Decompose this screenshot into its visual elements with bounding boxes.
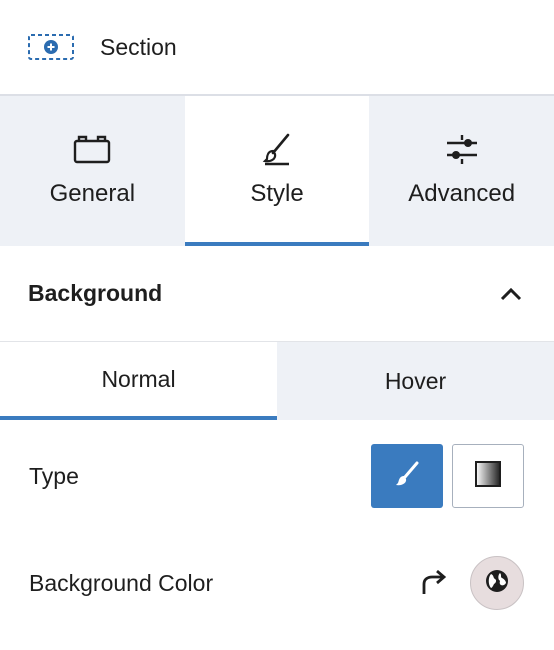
chevron-up-icon[interactable]	[496, 279, 526, 309]
paint-brush-icon	[394, 461, 420, 492]
gradient-type-button[interactable]	[452, 444, 524, 508]
globe-icon	[485, 569, 509, 598]
tab-general[interactable]: General	[0, 96, 185, 246]
background-color-swatch[interactable]	[470, 556, 524, 610]
state-tabs: Normal Hover	[0, 342, 554, 420]
background-section-header[interactable]: Background	[0, 246, 554, 342]
type-row: Type	[0, 420, 554, 532]
panel-header: Section	[0, 0, 554, 96]
tab-general-label: General	[49, 180, 136, 207]
tab-normal[interactable]: Normal	[0, 342, 277, 420]
brush-icon	[261, 132, 293, 166]
tab-advanced-label: Advanced	[408, 180, 516, 207]
background-section-title: Background	[28, 280, 163, 306]
tab-hover[interactable]: Hover	[277, 342, 554, 420]
type-options	[371, 444, 524, 508]
classic-type-button[interactable]	[371, 444, 443, 508]
layout-icon	[73, 132, 111, 166]
tab-style-label: Style	[250, 180, 304, 207]
panel-tabs: General Style Advanced	[0, 96, 554, 246]
section-add-icon	[28, 34, 74, 60]
reset-icon[interactable]	[416, 566, 450, 600]
background-color-row: Background Color	[0, 532, 554, 634]
tab-advanced[interactable]: Advanced	[369, 96, 554, 246]
tab-style[interactable]: Style	[184, 96, 370, 246]
type-label: Type	[29, 462, 79, 489]
panel-title: Section	[100, 33, 177, 60]
background-color-controls	[416, 556, 524, 610]
background-color-label: Background Color	[29, 569, 214, 596]
sliders-icon	[445, 132, 479, 166]
gradient-icon	[475, 460, 501, 492]
